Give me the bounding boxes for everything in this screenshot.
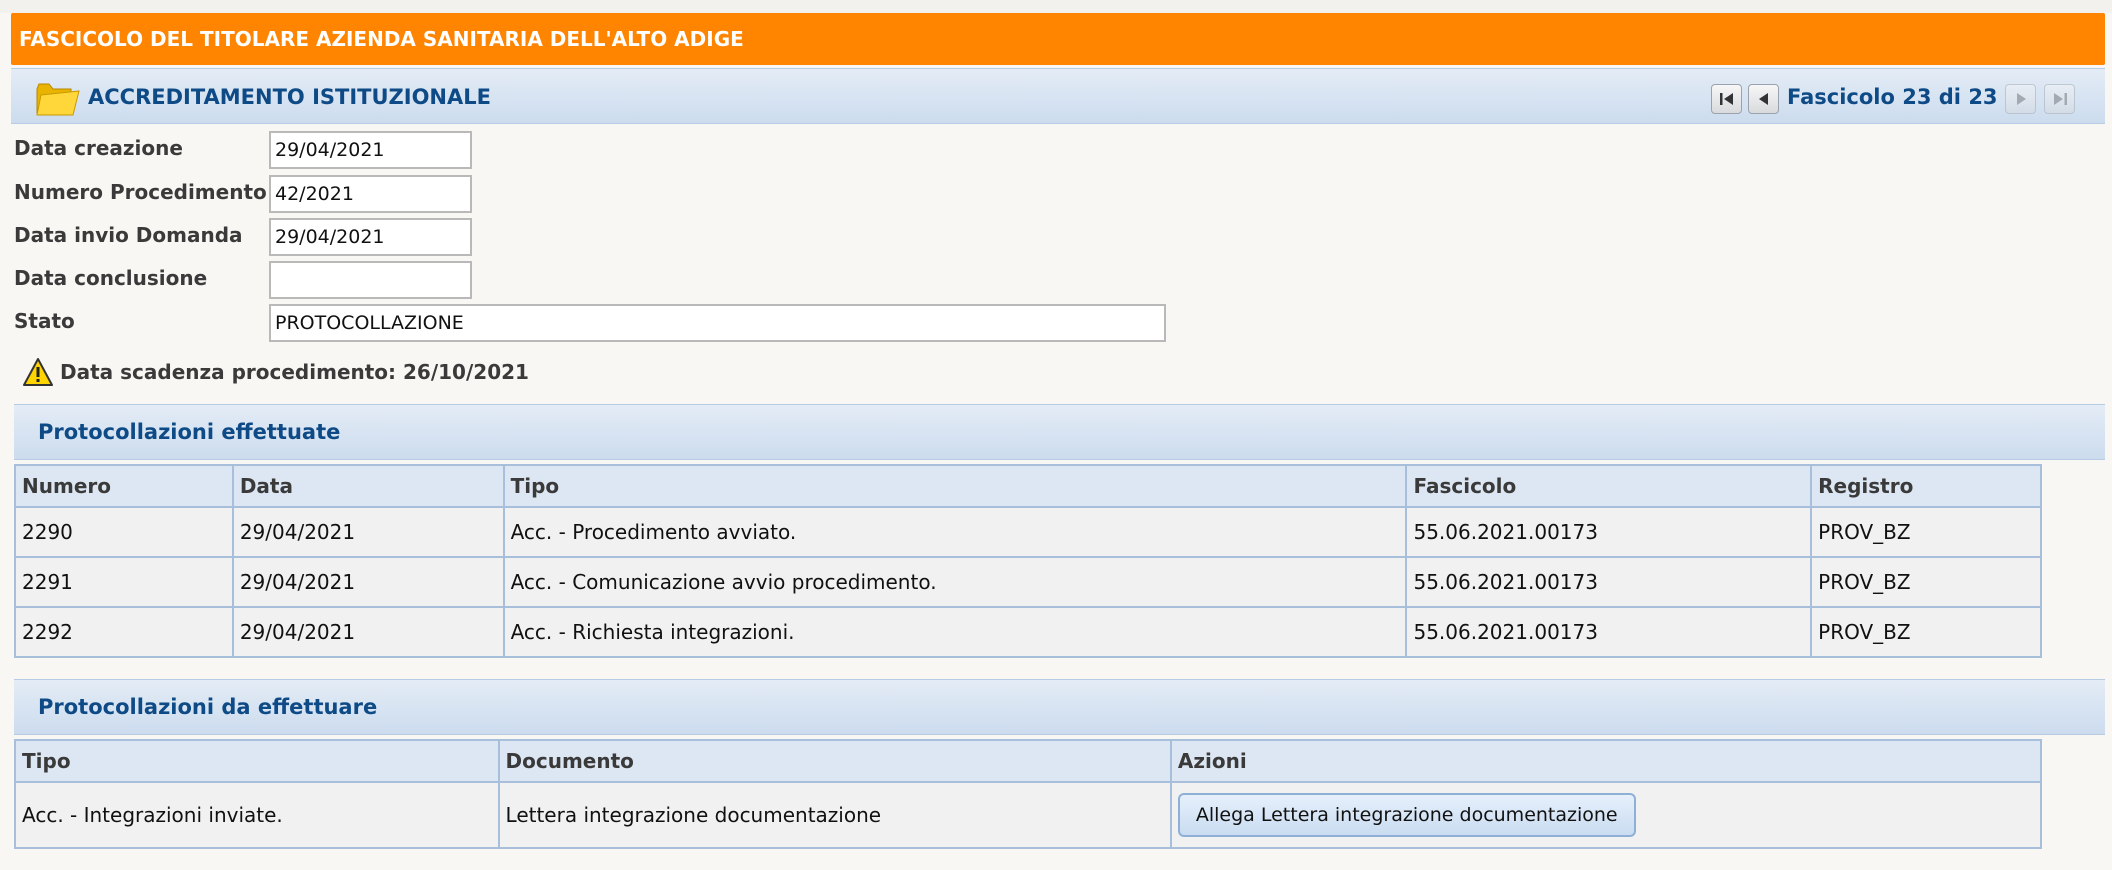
data-invio-label: Data invio Domanda (14, 223, 243, 247)
column-header-azioni: Azioni (1169, 739, 2043, 783)
deadline-warning: Data scadenza procedimento: 26/10/2021 (22, 352, 529, 392)
last-icon (2053, 93, 2067, 105)
page-header: FASCICOLO DEL TITOLARE AZIENDA SANITARIA… (11, 13, 2105, 65)
deadline-text: Data scadenza procedimento: 26/10/2021 (60, 360, 529, 384)
cell-numero: 2292 (14, 606, 234, 658)
cell-registro: PROV_BZ (1810, 606, 2042, 658)
cell-tipo: Acc. - Richiesta integrazioni. (502, 606, 1408, 658)
protocollazioni-da-effettuare-header: Protocollazioni da effettuare (14, 679, 2105, 735)
folder-icon (36, 83, 80, 116)
record-counter: Fascicolo 23 di 23 (1787, 85, 1998, 109)
cell-fascicolo: 55.06.2021.00173 (1405, 556, 1813, 608)
data-invio-field[interactable]: 29/04/2021 (269, 218, 472, 256)
table-row: Acc. - Integrazioni inviate. Lettera int… (14, 781, 2043, 849)
top-strip (0, 0, 2112, 13)
table-row: 2290 29/04/2021 Acc. - Procedimento avvi… (14, 506, 2042, 558)
stato-label: Stato (14, 309, 75, 333)
column-header-tipo: Tipo (14, 739, 500, 783)
cell-tipo: Acc. - Integrazioni inviate. (14, 781, 500, 849)
numero-procedimento-field[interactable]: 42/2021 (269, 175, 472, 213)
cell-data: 29/04/2021 (231, 556, 505, 608)
protocollazioni-da-effettuare-title: Protocollazioni da effettuare (38, 695, 378, 719)
cell-registro: PROV_BZ (1810, 506, 2042, 558)
column-header-data: Data (231, 464, 505, 508)
next-record-button[interactable] (2005, 84, 2036, 114)
data-conclusione-label: Data conclusione (14, 266, 208, 290)
first-record-button[interactable] (1711, 84, 1742, 114)
column-header-registro: Registro (1810, 464, 2042, 508)
cell-fascicolo: 55.06.2021.00173 (1405, 506, 1813, 558)
stato-field[interactable]: PROTOCOLLAZIONE (269, 304, 1166, 342)
column-header-tipo: Tipo (502, 464, 1408, 508)
warning-icon (23, 358, 53, 386)
protocollazioni-effettuate-title: Protocollazioni effettuate (38, 420, 341, 444)
cell-registro: PROV_BZ (1810, 556, 2042, 608)
protocollazioni-da-effettuare-table: Tipo Documento Azioni Acc. - Integrazion… (14, 739, 2043, 849)
table-row: 2291 29/04/2021 Acc. - Comunicazione avv… (14, 556, 2042, 608)
cell-data: 29/04/2021 (231, 606, 505, 658)
data-conclusione-field[interactable] (269, 261, 472, 299)
next-icon (2016, 93, 2026, 105)
cell-azioni: Allega Lettera integrazione documentazio… (1169, 781, 2043, 849)
column-header-numero: Numero (14, 464, 234, 508)
numero-procedimento-label: Numero Procedimento (14, 180, 267, 204)
protocollazioni-effettuate-table: Numero Data Tipo Fascicolo Registro 2290… (14, 464, 2042, 658)
previous-icon (1758, 93, 1768, 105)
data-creazione-field[interactable]: 29/04/2021 (269, 131, 472, 169)
cell-numero: 2291 (14, 556, 234, 608)
data-creazione-label: Data creazione (14, 136, 183, 160)
cell-fascicolo: 55.06.2021.00173 (1405, 606, 1813, 658)
first-icon (1719, 93, 1733, 105)
section-title: ACCREDITAMENTO ISTITUZIONALE (88, 85, 491, 109)
table-header-row: Tipo Documento Azioni (14, 739, 2043, 783)
cell-documento: Lettera integrazione documentazione (497, 781, 1172, 849)
cell-tipo: Acc. - Procedimento avviato. (502, 506, 1408, 558)
page-title: FASCICOLO DEL TITOLARE AZIENDA SANITARIA… (19, 27, 744, 51)
allega-lettera-button[interactable]: Allega Lettera integrazione documentazio… (1177, 793, 1636, 837)
cell-numero: 2290 (14, 506, 234, 558)
table-row: 2292 29/04/2021 Acc. - Richiesta integra… (14, 606, 2042, 658)
last-record-button[interactable] (2044, 84, 2075, 114)
cell-data: 29/04/2021 (231, 506, 505, 558)
previous-record-button[interactable] (1748, 84, 1779, 114)
protocollazioni-effettuate-header: Protocollazioni effettuate (14, 404, 2105, 460)
table-header-row: Numero Data Tipo Fascicolo Registro (14, 464, 2042, 508)
column-header-documento: Documento (497, 739, 1172, 783)
column-header-fascicolo: Fascicolo (1405, 464, 1813, 508)
cell-tipo: Acc. - Comunicazione avvio procedimento. (502, 556, 1408, 608)
section-header: ACCREDITAMENTO ISTITUZIONALE Fascicolo 2… (11, 68, 2105, 124)
